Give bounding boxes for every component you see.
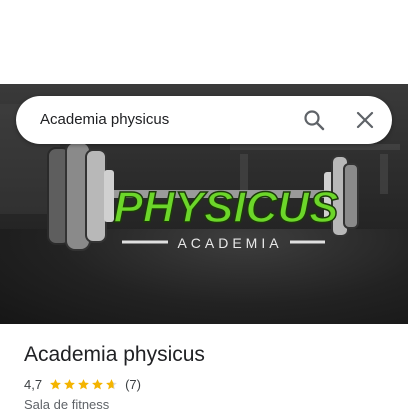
logo-sub-text: ACADEMIA: [177, 235, 282, 251]
star-rating: [49, 378, 119, 391]
star-icon: [64, 378, 75, 389]
star-icon: [50, 378, 61, 389]
star-icon: [92, 378, 103, 389]
star-icon: [106, 378, 117, 389]
place-category: Sala de fitness: [24, 397, 110, 412]
logo-main-text: PHYSICUS: [114, 183, 339, 232]
place-title: Academia physicus: [24, 343, 205, 366]
rating-row[interactable]: 4,7 (7): [24, 375, 141, 393]
star-icon: [78, 378, 89, 389]
search-bar[interactable]: Academia physicus: [16, 96, 392, 144]
close-icon[interactable]: [353, 108, 377, 132]
search-icon[interactable]: [302, 108, 326, 132]
review-count[interactable]: (7): [125, 377, 141, 392]
left-plates-icon: [47, 141, 114, 251]
rating-value: 4,7: [24, 376, 43, 392]
search-input[interactable]: Academia physicus: [40, 96, 169, 144]
